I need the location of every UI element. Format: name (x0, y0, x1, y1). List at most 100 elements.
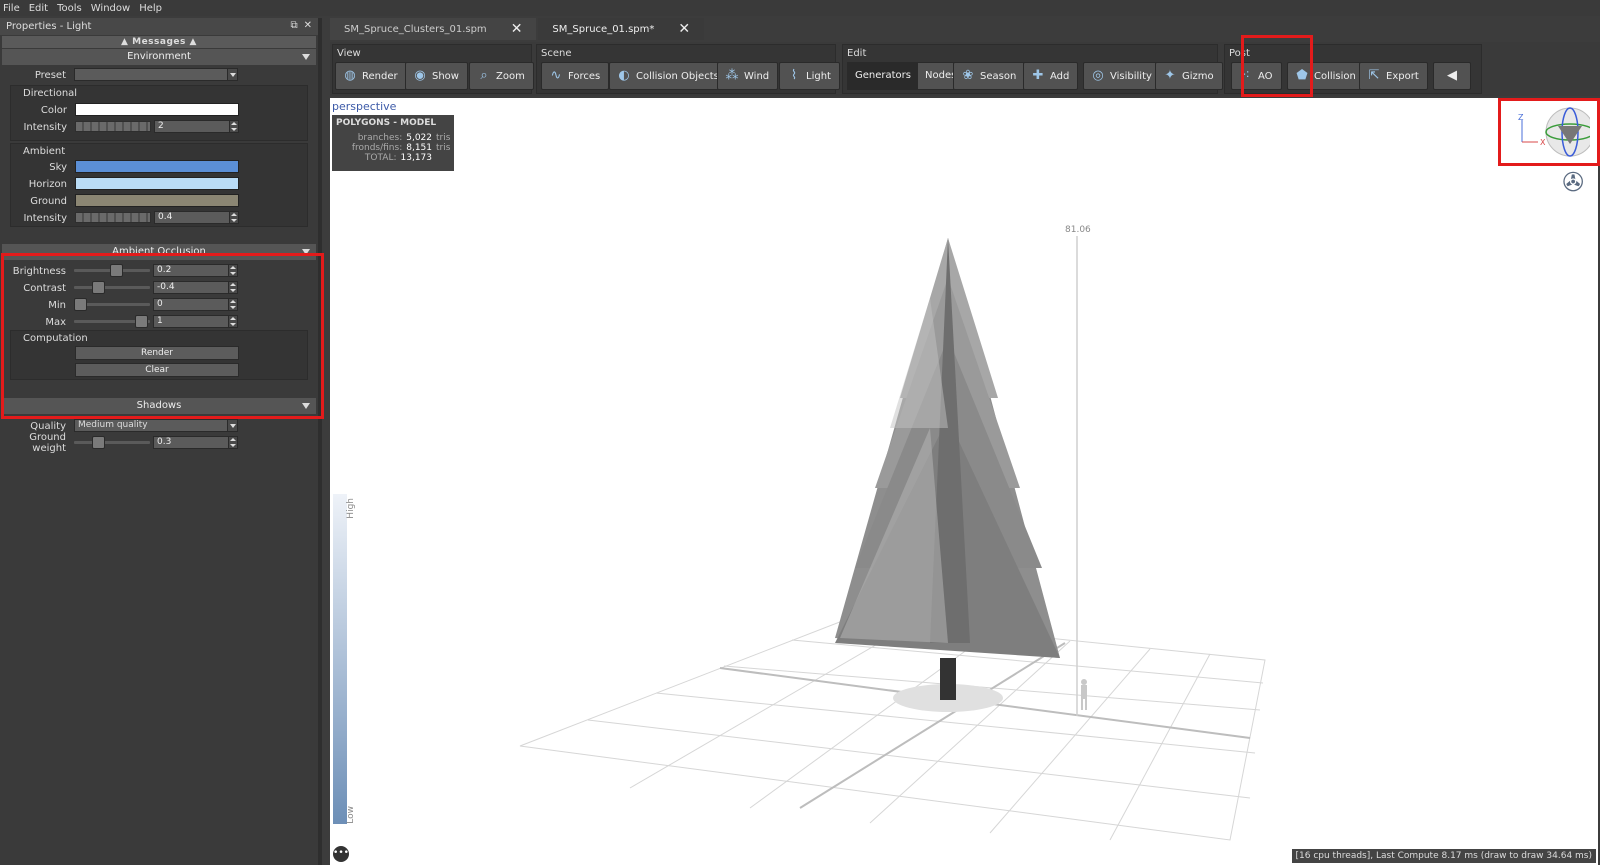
stats-key: fronds/fins: (351, 143, 403, 153)
document-tabs: SM_Spruce_Clusters_01.spm ✕ SM_Spruce_01… (330, 18, 706, 40)
ground-label: Ground (30, 195, 67, 207)
ground-color-swatch[interactable] (75, 194, 239, 207)
dropdown-arrow-icon (227, 69, 237, 80)
scale-high-label: High (346, 498, 356, 519)
spin-arrows-icon[interactable] (229, 121, 238, 132)
stats-row: TOTAL: 13,173 (336, 153, 450, 163)
gizmo-highlight-box (1498, 98, 1600, 166)
ground-weight-label: Ground weight (29, 432, 66, 454)
stats-key: branches: (357, 133, 403, 143)
view-label: View (337, 48, 361, 59)
menu-help[interactable]: Help (139, 3, 162, 14)
intensity-slider[interactable] (75, 121, 151, 132)
menu-edit[interactable]: Edit (29, 3, 48, 14)
scene-group: Scene ∿ Forces ◐ Collision Objects ⁂ Wind ⌇… (536, 44, 840, 94)
wind-button-label: Wind (744, 70, 770, 82)
add-button[interactable]: ✚ Add (1023, 62, 1079, 90)
scale-low-label: Low (346, 806, 356, 824)
camera-icon[interactable]: ✇ (1562, 168, 1584, 198)
visibility-button[interactable]: ◎ Visibility (1083, 62, 1161, 90)
tab-spruce[interactable]: SM_Spruce_01.spm* ✕ (538, 18, 705, 40)
menu-bar: File Edit Tools Window Help (0, 0, 1600, 16)
environment-header[interactable]: Environment (2, 49, 316, 65)
visibility-icon: ◎ (1092, 68, 1104, 83)
slider-thumb[interactable] (92, 436, 105, 449)
close-tab-icon[interactable]: ✕ (511, 21, 523, 37)
tree-trunk (940, 658, 956, 700)
edit-mode-segment: Generators Nodes (847, 62, 965, 90)
menu-window[interactable]: Window (91, 3, 130, 14)
panel-title-bar: Properties - Light ⧉ ✕ (0, 18, 318, 35)
preset-dropdown[interactable] (74, 68, 238, 81)
spin-arrows-icon[interactable] (229, 212, 238, 223)
menu-file[interactable]: File (3, 3, 20, 14)
gizmo-button[interactable]: ✦ Gizmo (1155, 62, 1223, 90)
render-button-label: Render (362, 70, 398, 82)
stats-unit: tris (436, 133, 451, 143)
horizon-label: Horizon (28, 178, 67, 190)
show-button-label: Show (432, 70, 459, 82)
back-button[interactable]: ◀ (1433, 62, 1471, 90)
directional-group: Directional Color Intensity 2 (10, 85, 308, 141)
float-panel-icon[interactable]: ⧉ (290, 20, 297, 31)
close-tab-icon[interactable]: ✕ (678, 21, 690, 37)
close-panel-icon[interactable]: ✕ (304, 20, 312, 31)
directional-label: Directional (23, 88, 78, 99)
panel-title: Properties - Light (6, 21, 92, 32)
ambient-intensity-slider[interactable] (75, 212, 151, 223)
scene-label: Scene (541, 48, 572, 59)
ambient-intensity-label: Intensity (23, 212, 67, 224)
intensity-spinbox[interactable]: 2 (154, 120, 239, 133)
spruce-tree (835, 238, 1060, 658)
light-button[interactable]: ⌇ Light (779, 62, 840, 90)
color-label: Color (40, 104, 67, 116)
stats-unit (436, 153, 450, 163)
forces-icon: ∿ (550, 68, 562, 83)
collision-objects-icon: ◐ (618, 68, 630, 83)
messages-bar[interactable]: ▲ Messages ▲ (2, 36, 316, 48)
season-button[interactable]: ❀ Season (953, 62, 1026, 90)
ambient-intensity-value: 0.4 (158, 212, 173, 222)
spin-arrows-icon[interactable] (228, 437, 237, 448)
ground-weight-slider[interactable] (74, 436, 150, 449)
view-group: View ◍ Render ◉ Show ⌕ Zoom (332, 44, 534, 94)
lod-scale-bar[interactable] (333, 494, 347, 824)
generators-button[interactable]: Generators (848, 63, 918, 89)
messages-label: Messages (132, 37, 186, 47)
chevron-down-icon[interactable] (302, 54, 310, 60)
ambient-intensity-spinbox[interactable]: 0.4 (154, 211, 239, 224)
intensity-value: 2 (158, 121, 164, 131)
horizon-color-swatch[interactable] (75, 177, 239, 190)
3d-viewport[interactable]: 81.06 perspective POLYGONS - MODEL branc… (330, 98, 1598, 865)
edit-label: Edit (847, 48, 867, 59)
light-icon: ⌇ (790, 68, 798, 83)
quality-label: Quality (30, 420, 66, 432)
stats-value: 13,173 (400, 153, 433, 163)
view-mode-label[interactable]: perspective (332, 100, 396, 113)
quality-dropdown[interactable]: Medium quality (74, 419, 238, 432)
directional-color-swatch[interactable] (75, 103, 239, 116)
forces-button[interactable]: ∿ Forces (541, 62, 610, 90)
wind-icon: ⁂ (725, 68, 739, 83)
show-button[interactable]: ◉ Show (405, 62, 468, 90)
zoom-button[interactable]: ⌕ Zoom (469, 62, 534, 90)
properties-panel: Properties - Light ⧉ ✕ ▲ Messages ▲ Envi… (0, 18, 322, 865)
export-button[interactable]: ⇱ Export (1359, 62, 1428, 90)
globe-icon: ◍ (344, 68, 356, 83)
render-button[interactable]: ◍ Render (335, 62, 407, 90)
quality-value: Medium quality (78, 420, 148, 430)
more-options-icon[interactable]: ••• (333, 846, 349, 862)
ground-weight-spinbox[interactable]: 0.3 (153, 436, 238, 449)
stats-unit: tris (436, 143, 451, 153)
wind-button[interactable]: ⁂ Wind (717, 62, 779, 90)
dropdown-arrow-icon (227, 420, 237, 431)
gizmo-button-label: Gizmo (1182, 70, 1214, 82)
magnifier-icon: ⌕ (480, 68, 488, 83)
stats-value: 5,022 (406, 133, 432, 143)
export-button-label: Export (1386, 70, 1419, 82)
tab-spruce-clusters[interactable]: SM_Spruce_Clusters_01.spm ✕ (330, 18, 537, 40)
sky-color-swatch[interactable] (75, 160, 239, 173)
menu-tools[interactable]: Tools (57, 3, 82, 14)
season-icon: ❀ (962, 68, 974, 83)
collision-objects-button[interactable]: ◐ Collision Objects (609, 62, 728, 90)
